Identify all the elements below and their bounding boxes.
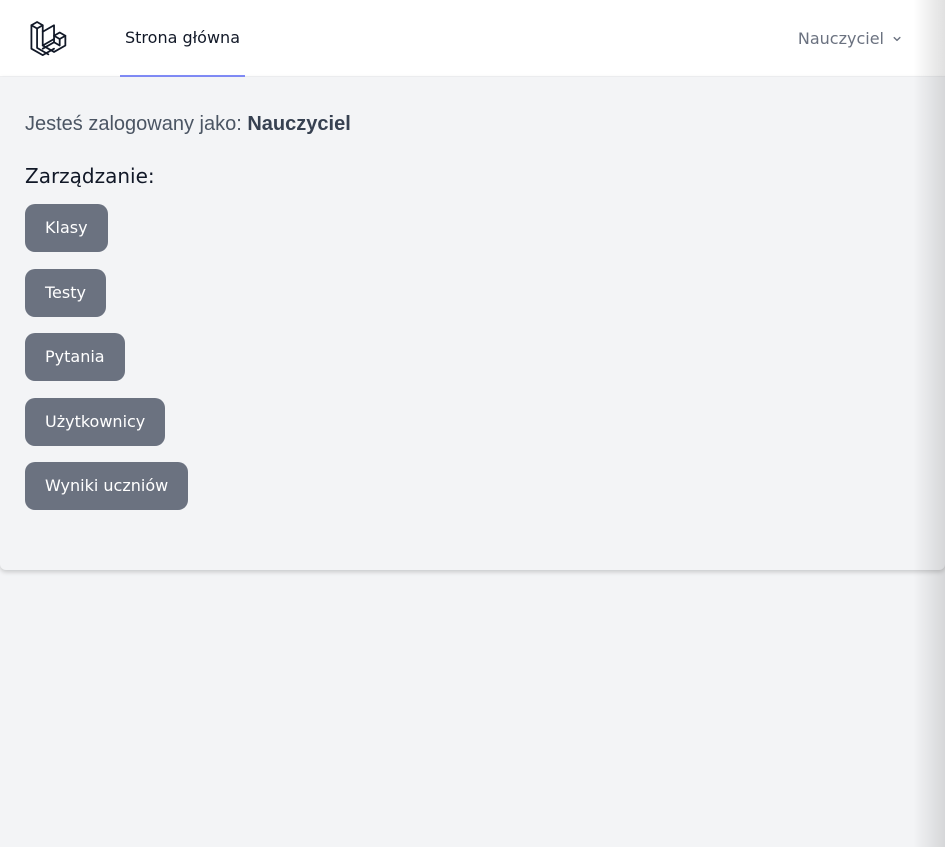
chevron-down-icon	[893, 36, 901, 41]
logged-in-prefix: Jesteś zalogowany jako:	[25, 113, 242, 135]
page: Strona główna Nauczyciel Jesteś zalogowa…	[0, 0, 945, 847]
user-name: Nauczyciel	[797, 29, 884, 48]
questions-button[interactable]: Pytania	[25, 333, 125, 381]
logged-in-role: Nauczyciel	[247, 113, 351, 135]
user-dropdown[interactable]: Nauczyciel	[798, 0, 904, 77]
dashboard-panel: Jesteś zalogowany jako: Nauczyciel Zarzą…	[0, 77, 945, 570]
nav-home-link[interactable]: Strona główna	[120, 0, 245, 77]
classes-button[interactable]: Klasy	[25, 204, 108, 252]
logged-in-status: Jesteś zalogowany jako: Nauczyciel	[25, 113, 351, 136]
top-navigation: Strona główna Nauczyciel	[0, 0, 945, 77]
student-results-button[interactable]: Wyniki uczniów	[25, 462, 189, 510]
tests-button[interactable]: Testy	[25, 269, 106, 317]
laravel-logo-icon[interactable]	[29, 18, 71, 60]
management-title: Zarządzanie:	[25, 164, 155, 188]
users-button[interactable]: Użytkownicy	[25, 398, 166, 446]
